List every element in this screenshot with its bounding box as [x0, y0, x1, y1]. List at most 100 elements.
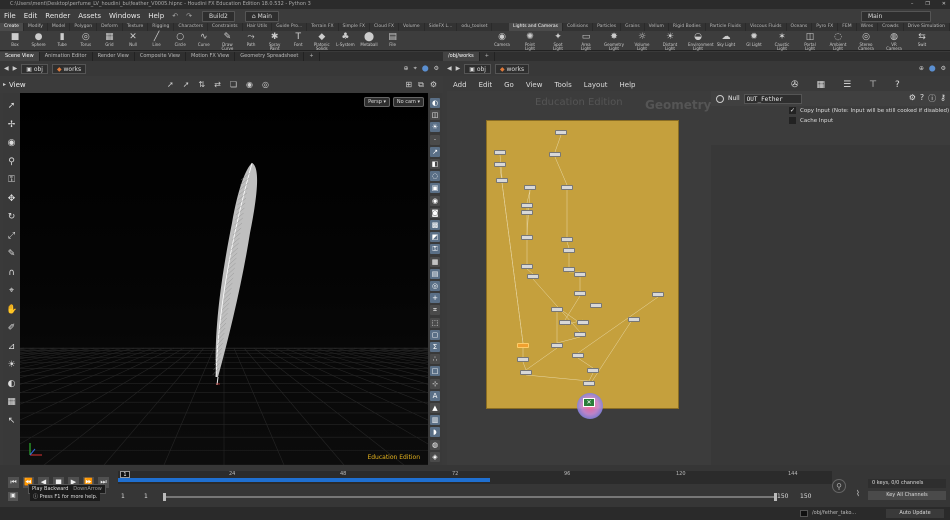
network-node[interactable] — [494, 162, 506, 167]
shelf-light-area-light[interactable]: ▭ Area Light — [576, 32, 596, 51]
network-node[interactable] — [574, 291, 586, 296]
tab-animation-editor[interactable]: Animation Editor — [40, 52, 93, 61]
frame-icon[interactable]: ▢ — [430, 329, 440, 340]
network-node[interactable] — [555, 130, 567, 135]
handle-icon[interactable]: ✢ — [6, 120, 17, 131]
shelf-tool-font[interactable]: T Font — [288, 32, 308, 47]
grid-display-icon[interactable]: ▦ — [430, 256, 440, 267]
stats-icon[interactable]: Σ — [430, 342, 440, 352]
snap-icon[interactable]: ⌖ — [414, 65, 417, 73]
shelf-light-sky-light[interactable]: ☁ Sky Light — [716, 32, 736, 47]
desktop-main-select[interactable]: ⌂ Main — [244, 10, 279, 22]
shelf-tool-curve[interactable]: ∿ Curve — [194, 32, 214, 47]
forward-icon[interactable]: ▶ — [13, 65, 18, 72]
shelf-light-caustic-light[interactable]: ✶ Caustic Light — [772, 32, 792, 51]
net-options-icon[interactable]: ⚙ — [941, 65, 946, 72]
shelf-light-stereo-camera[interactable]: ◎ Stereo Camera — [856, 32, 876, 51]
close-button[interactable]: ✕ — [942, 0, 946, 9]
labels-icon[interactable]: A — [430, 390, 440, 401]
key-search-icon[interactable]: ⚲ — [832, 479, 846, 493]
output-node-icon[interactable]: ✕ — [583, 398, 595, 407]
network-node[interactable] — [574, 272, 586, 277]
add-tab-button[interactable]: + — [480, 52, 495, 61]
contained-select-icon[interactable]: ◎ — [262, 80, 269, 89]
lock-icon[interactable]: ⚷ — [940, 93, 946, 104]
range-slider[interactable] — [163, 493, 777, 501]
shelf-tool-tube[interactable]: ▮ Tube — [52, 32, 72, 47]
grid-tool-icon[interactable]: ▦ — [6, 397, 17, 408]
network-node[interactable] — [583, 381, 595, 386]
auto-update-menu[interactable]: Auto Update — [886, 509, 944, 518]
display-icon[interactable]: ◉ — [430, 195, 440, 206]
shelf-tab-cloud-fx[interactable]: Cloud FX — [370, 23, 399, 31]
shelf-light-spot-light[interactable]: ✦ Spot Light — [548, 32, 568, 51]
camera-tool-icon[interactable]: ◐ — [6, 379, 17, 390]
menu-assets[interactable]: Assets — [74, 12, 105, 20]
back-icon[interactable]: ◀ — [4, 65, 9, 72]
points-icon[interactable]: · — [430, 134, 440, 145]
edit-icon[interactable]: ✐ — [6, 323, 17, 334]
selection-icon[interactable]: ▲ — [430, 403, 440, 413]
path-obj[interactable]: ▣ obj — [21, 63, 48, 74]
bounds-icon[interactable]: □ — [430, 366, 440, 377]
shelf-tool-torus[interactable]: ◎ Torus — [76, 32, 96, 47]
shelf-light-geometry-light[interactable]: ✸ Geometry Light — [604, 32, 624, 51]
redo-icon[interactable]: ↷ — [182, 12, 196, 20]
start-frame-2[interactable]: 1 — [144, 493, 148, 500]
shelf-tab-guide-pro-[interactable]: Guide Pro... — [272, 23, 308, 31]
shelf-tab-odu-toolset[interactable]: odu_toolset — [457, 23, 493, 31]
shelf-tab-fem[interactable]: FEM — [838, 23, 857, 31]
timeline-track[interactable]: 1 24 48 72 96 120 144 — [118, 471, 832, 484]
tab-composite-view[interactable]: Composite View — [135, 52, 186, 61]
cube-icon[interactable]: ▩ — [430, 220, 440, 230]
network-node[interactable] — [496, 178, 508, 183]
shelf-light-volume-light[interactable]: ☼ Volume Light — [632, 32, 652, 51]
shelf-tab-volume[interactable]: Volume — [399, 23, 425, 31]
end-frame-2[interactable]: 150 — [800, 493, 811, 500]
shelf-light-gi-light[interactable]: ✹ GI Light — [744, 32, 764, 47]
select-points-icon[interactable]: ⇅ — [198, 80, 205, 89]
pose-icon[interactable]: ⚲ — [6, 157, 17, 168]
maximize-button[interactable]: ❐ — [925, 0, 929, 9]
network-node[interactable] — [559, 320, 571, 325]
tree-icon[interactable]: ⊤ — [863, 80, 883, 90]
select-groups-icon[interactable]: ❏ — [230, 80, 237, 89]
safe-area-icon[interactable]: ⬚ — [430, 317, 440, 328]
shelf-tab-constraints[interactable]: Constraints — [208, 23, 243, 31]
shelf-tab-wires[interactable]: Wires — [857, 23, 879, 31]
desktop-right-select[interactable]: Main — [861, 10, 931, 22]
cache-input-checkbox[interactable] — [789, 117, 796, 124]
shelf-tab-terrain-fx[interactable]: Terrain FX — [307, 23, 339, 31]
rotate-icon[interactable]: ↻ — [6, 212, 17, 223]
network-node[interactable] — [587, 368, 599, 373]
network-node[interactable] — [551, 343, 563, 348]
shelf-tab-rigid-bodies[interactable]: Rigid Bodies — [669, 23, 706, 31]
camera-icon[interactable]: ◙ — [430, 207, 440, 218]
net-menu-view[interactable]: View — [520, 81, 549, 89]
menu-file[interactable]: File — [0, 12, 20, 20]
shelf-light-point-light[interactable]: ✺ Point Light — [520, 32, 540, 51]
shelf-tool-null[interactable]: ✕ Null — [123, 32, 143, 47]
shelf-tab-crowds[interactable]: Crowds — [878, 23, 904, 31]
ghost-icon[interactable]: ◌ — [430, 171, 440, 182]
lock-view-icon[interactable]: ⚿ — [430, 244, 440, 255]
range-handle-start[interactable] — [163, 493, 166, 501]
shelf-tab-simple-fx[interactable]: Simple FX — [339, 23, 370, 31]
shelf-tab-grains[interactable]: Grains — [621, 23, 645, 31]
network-node[interactable] — [590, 303, 602, 308]
net-forward-icon[interactable]: ▶ — [456, 65, 461, 72]
network-node[interactable] — [524, 185, 536, 190]
net-link-icon[interactable]: ⬤ — [929, 65, 936, 72]
net-path-obj[interactable]: ▣ obj — [464, 63, 491, 74]
viewport-settings-icon[interactable]: ⚙ — [430, 80, 437, 90]
network-node[interactable] — [517, 357, 529, 362]
grid-icon[interactable]: ▦ — [811, 80, 832, 90]
options-icon[interactable]: ⚙ — [434, 65, 439, 73]
net-menu-go[interactable]: Go — [498, 81, 520, 89]
menu-help[interactable]: Help — [144, 12, 168, 20]
minimize-button[interactable]: – — [911, 0, 914, 9]
network-node[interactable] — [563, 248, 575, 253]
shelf-tool-metaball[interactable]: ⬤ Metaball — [359, 32, 379, 47]
measure-icon[interactable]: ⊿ — [6, 342, 17, 353]
shelf-light-vr-camera[interactable]: ◍ VR Camera — [884, 32, 904, 51]
